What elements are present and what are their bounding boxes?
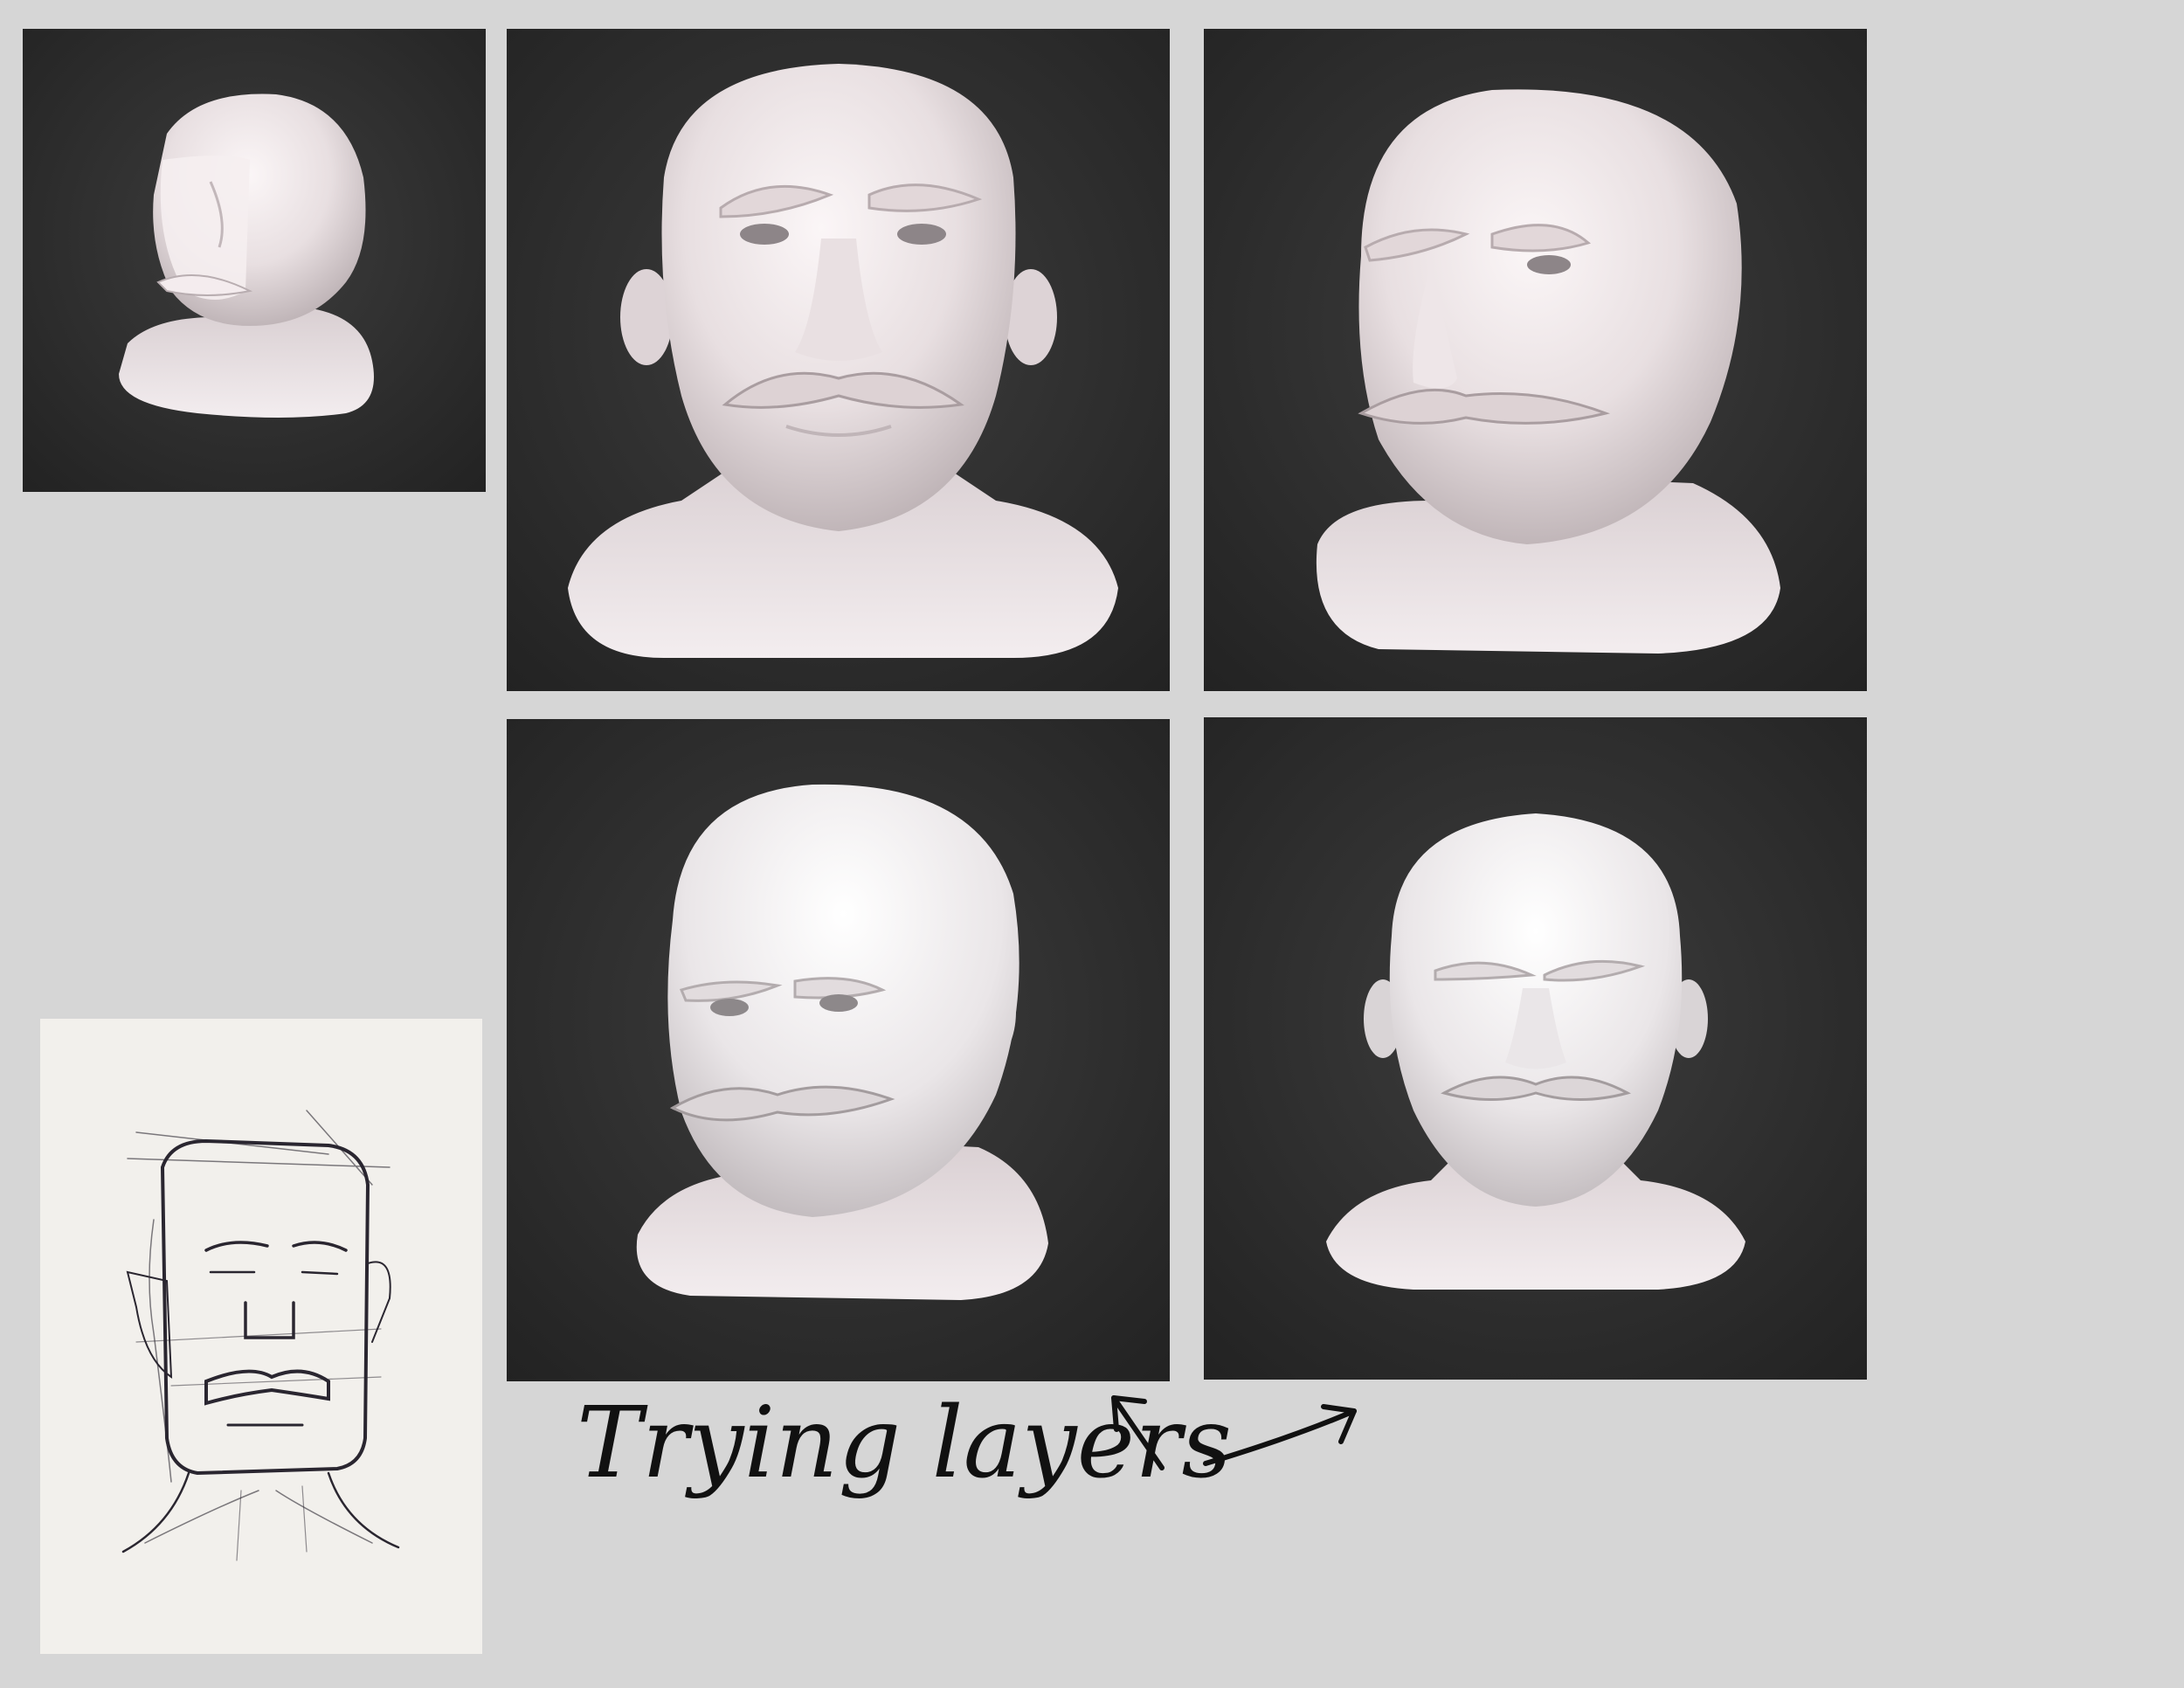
head-bust-icon: [1204, 717, 1867, 1380]
render-front-mustache: [507, 29, 1170, 691]
head-bust-icon: [23, 29, 486, 492]
render-three-quarter-left: [1204, 29, 1867, 691]
reference-sketch-paper: [40, 1019, 482, 1654]
pen-sketch-head-icon: [121, 1110, 400, 1561]
head-bust-icon: [1204, 29, 1867, 691]
head-bust-icon: [507, 719, 1170, 1381]
handwritten-annotation: Trying layers: [568, 1372, 1441, 1538]
annotation-text: Trying layers: [577, 1387, 1232, 1500]
render-layers-front: [1204, 717, 1867, 1380]
render-layers-three-quarter: [507, 719, 1170, 1381]
render-sketch-blockout: [23, 29, 486, 492]
head-bust-icon: [507, 29, 1170, 691]
